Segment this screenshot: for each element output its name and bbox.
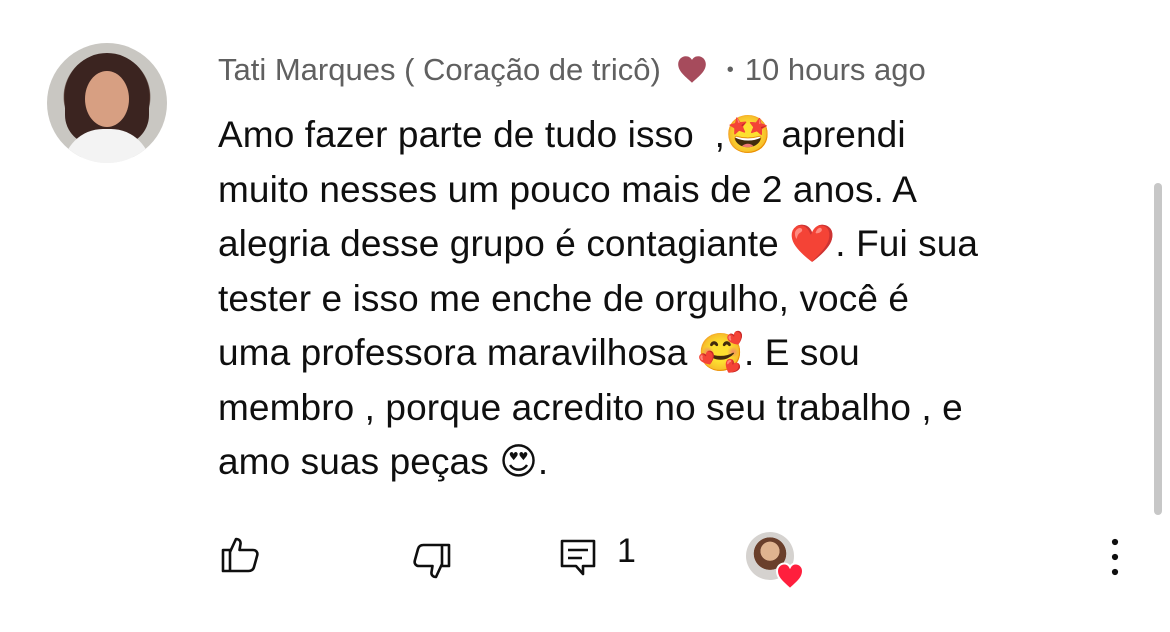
comment-card: Tati Marques ( Coração de tricô) • 10 ho… — [0, 0, 1170, 632]
heart-icon — [677, 56, 706, 83]
author-avatar-face — [85, 71, 129, 127]
comment-meta: Tati Marques ( Coração de tricô) • 10 ho… — [218, 48, 926, 92]
dislike-button[interactable] — [410, 540, 454, 584]
author-name[interactable]: Tati Marques ( Coração de tricô) — [218, 52, 661, 88]
creator-heart-icon — [775, 562, 805, 591]
meta-separator: • — [726, 58, 734, 81]
like-button[interactable] — [218, 532, 262, 576]
author-avatar[interactable] — [47, 43, 167, 163]
more-vertical-icon — [1111, 538, 1119, 576]
comment-timestamp[interactable]: 10 hours ago — [745, 52, 926, 88]
thumb-down-icon — [413, 543, 451, 579]
comment-text: Amo fazer parte de tudo isso ,🤩 aprendi … — [218, 114, 979, 482]
reply-button[interactable] — [556, 535, 600, 579]
thumb-up-icon — [221, 537, 259, 573]
more-options-button[interactable] — [1100, 535, 1130, 579]
vertical-scrollbar[interactable] — [1154, 183, 1162, 515]
comment-icon — [560, 539, 596, 576]
reply-count: 1 — [617, 532, 636, 570]
creator-heart-badge — [746, 532, 806, 592]
